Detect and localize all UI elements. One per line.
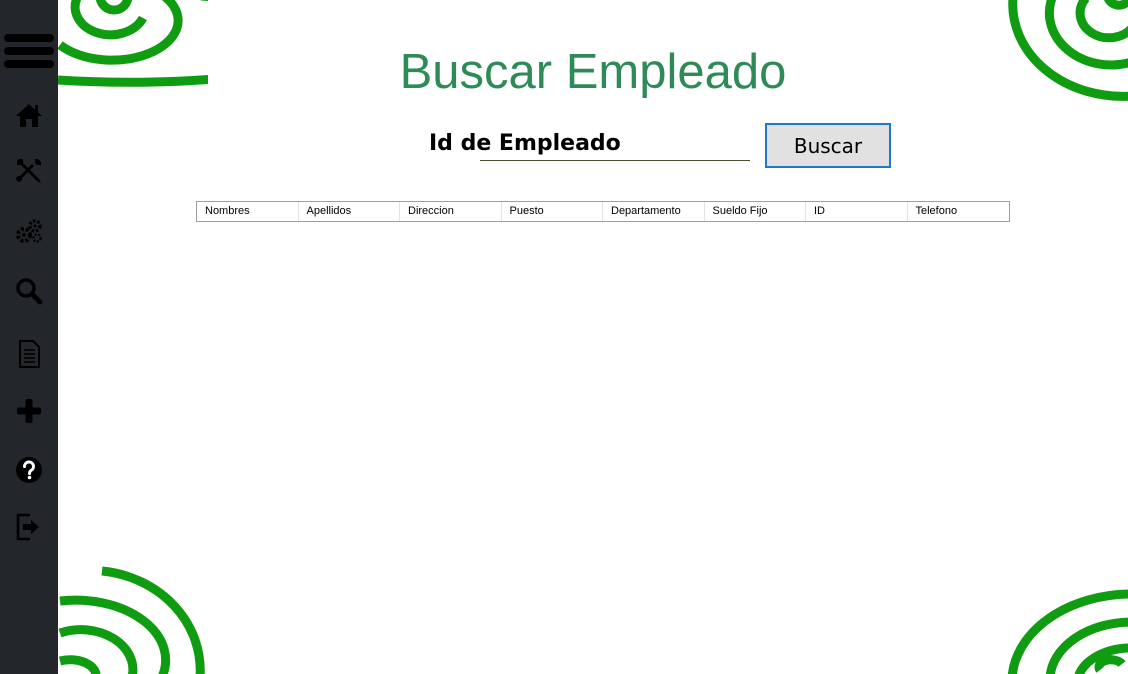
column-header-direccion[interactable]: Direccion [400, 202, 502, 221]
column-header-id[interactable]: ID [806, 202, 908, 221]
home-icon[interactable] [0, 95, 58, 135]
column-header-puesto[interactable]: Puesto [502, 202, 603, 221]
column-header-nombres[interactable]: Nombres [197, 202, 299, 221]
column-header-sueldo-fijo[interactable]: Sueldo Fijo [705, 202, 806, 221]
search-icon[interactable] [0, 271, 58, 311]
menu-icon[interactable] [0, 31, 58, 71]
spiral-decoration-bottom-left [58, 566, 205, 674]
results-table[interactable]: Nombres Apellidos Direccion Puesto Depar… [196, 201, 1010, 222]
column-header-telefono[interactable]: Telefono [908, 202, 1010, 221]
search-button[interactable]: Buscar [765, 123, 891, 168]
document-icon[interactable] [0, 334, 58, 374]
sidebar [0, 0, 58, 674]
employee-id-input[interactable] [480, 131, 750, 161]
page-title: Buscar Empleado [399, 45, 787, 99]
tools-icon[interactable] [0, 151, 58, 191]
plus-icon[interactable] [0, 391, 58, 431]
column-header-departamento[interactable]: Departamento [603, 202, 705, 221]
help-icon[interactable] [0, 450, 58, 490]
spiral-decoration-bottom-right [1008, 589, 1128, 674]
logout-icon[interactable] [0, 507, 58, 547]
column-header-apellidos[interactable]: Apellidos [299, 202, 400, 221]
gears-icon[interactable] [0, 211, 58, 251]
